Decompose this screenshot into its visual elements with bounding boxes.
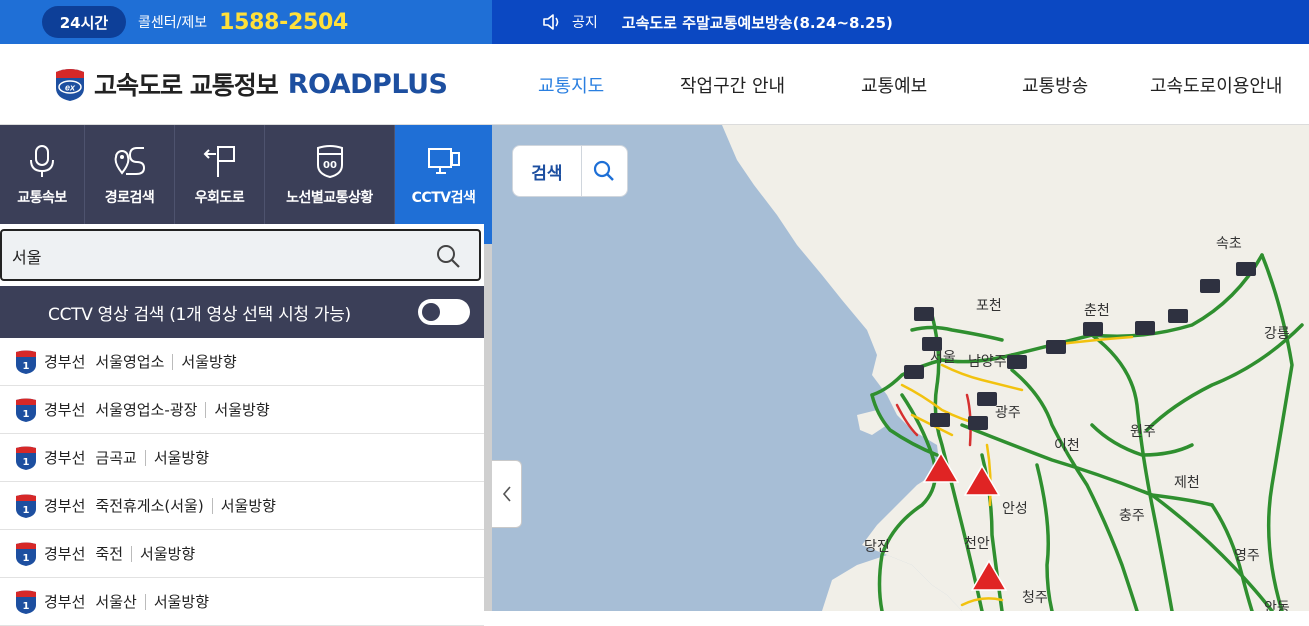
list-item[interactable]: 1 경부선 금곡교 서울방향: [0, 434, 484, 482]
chevron-left-icon: [502, 486, 511, 502]
tab-cctv-search[interactable]: CCTV검색: [395, 125, 492, 224]
top-info-bar: 24시간 콜센터/제보 1588-2504 공지 고속도로 주말교통예보방송(8…: [0, 0, 1309, 44]
nav-work-zone[interactable]: 작업구간 안내: [680, 72, 785, 98]
route-shield-icon: 1: [16, 398, 36, 422]
list-item[interactable]: 1 경부선 서울영업소-광장 서울방향: [0, 386, 484, 434]
nav-traffic-broadcast[interactable]: 교통방송: [1022, 72, 1088, 98]
city-label: 제천: [1174, 475, 1200, 491]
side-panel: 교통속보 경로검색 우회도로 00 노선별교통상황 CCTV검색 서울 CCTV…: [0, 125, 492, 626]
tab-route-search[interactable]: 경로검색: [85, 125, 175, 224]
city-label: 남양주: [968, 354, 1007, 370]
tab-traffic-news[interactable]: 교통속보: [0, 125, 85, 224]
svg-text:00: 00: [323, 160, 337, 171]
route-shield-icon: 1: [16, 350, 36, 374]
function-tabs: 교통속보 경로검색 우회도로 00 노선별교통상황 CCTV검색: [0, 125, 492, 224]
cctv-search-input[interactable]: [12, 243, 412, 269]
panel-collapse-button[interactable]: [492, 460, 522, 528]
nav-traffic-forecast[interactable]: 교통예보: [861, 72, 927, 98]
svg-text:1: 1: [23, 553, 30, 564]
site-header: ex 고속도로 교통정보 ROADPLUS 교통지도 작업구간 안내 교통예보 …: [0, 44, 1309, 125]
notice-label: 공지: [572, 15, 598, 31]
city-label: 영주: [1234, 548, 1260, 564]
tab-detour[interactable]: 우회도로: [175, 125, 265, 224]
list-item[interactable]: 1 경부선 서울영업소 서울방향: [0, 338, 484, 386]
traffic-map[interactable]: 속초 포천 춘천 강릉 서울 남양주 광주 원주 이천 제천 안성 충주 당진 …: [492, 125, 1309, 611]
highway-shield-icon: 00: [316, 145, 343, 179]
map-search-button[interactable]: [582, 146, 627, 196]
cctv-search-box: [0, 229, 481, 281]
monitor-icon: [427, 148, 460, 174]
nav-traffic-map[interactable]: 교통지도: [538, 72, 604, 98]
city-label: 당진: [864, 539, 890, 555]
cctv-mode-label: CCTV 영상 검색 (1개 영상 선택 시청 가능): [48, 304, 351, 325]
list-item[interactable]: 1 경부선 죽전휴게소(서울) 서울방향: [0, 482, 484, 530]
search-icon: [594, 160, 615, 181]
cctv-result-list: 1 경부선 서울영업소 서울방향 1 경부선 서울영업소-광장 서울방향 1 경…: [0, 338, 484, 626]
notice-text[interactable]: 고속도로 주말교통예보방송(8.24~8.25): [622, 12, 893, 33]
cctv-mode-bar: CCTV 영상 검색 (1개 영상 선택 시청 가능): [0, 286, 484, 338]
route-shield-icon: 1: [16, 446, 36, 470]
scrollbar-thumb[interactable]: [484, 224, 492, 244]
logo-brand: ROADPLUS: [287, 68, 448, 100]
map-canvas[interactable]: [492, 125, 1309, 611]
callcenter-area: 24시간 콜센터/제보 1588-2504: [0, 0, 492, 44]
city-label: 천안: [964, 536, 990, 552]
city-label: 서울: [930, 350, 956, 366]
list-item[interactable]: 1 경부선 죽전 서울방향: [0, 530, 484, 578]
svg-text:1: 1: [23, 361, 30, 372]
svg-text:1: 1: [23, 457, 30, 468]
city-label: 안동: [1264, 600, 1290, 611]
route-icon: [114, 147, 145, 175]
city-label: 광주: [995, 405, 1021, 421]
24h-badge: 24시간: [42, 6, 126, 38]
callcenter-phone[interactable]: 1588-2504: [219, 10, 348, 35]
map-search-control[interactable]: 검색: [512, 145, 628, 197]
city-label: 충주: [1119, 508, 1145, 524]
speaker-icon: [543, 14, 559, 30]
detour-icon: [203, 146, 235, 177]
svg-text:1: 1: [23, 505, 30, 516]
single-view-toggle[interactable]: [418, 299, 470, 325]
city-label: 원주: [1130, 424, 1156, 440]
logo-text: 고속도로 교통정보: [94, 71, 279, 100]
callcenter-label: 콜센터/제보: [138, 15, 208, 31]
svg-text:1: 1: [23, 601, 30, 612]
site-logo[interactable]: ex 고속도로 교통정보 ROADPLUS: [52, 66, 448, 102]
list-item[interactable]: 1 경부선 서울산 서울방향: [0, 578, 484, 626]
map-search-label[interactable]: 검색: [513, 146, 582, 196]
ex-logo-icon: ex: [56, 69, 84, 101]
city-label: 청주: [1022, 590, 1048, 606]
route-shield-icon: 1: [16, 542, 36, 566]
microphone-icon: [30, 145, 54, 177]
tab-route-traffic[interactable]: 00 노선별교통상황: [265, 125, 395, 224]
list-scrollbar[interactable]: [484, 224, 492, 611]
nav-highway-guide[interactable]: 고속도로이용안내: [1150, 72, 1282, 98]
toggle-knob: [422, 303, 440, 321]
svg-text:ex: ex: [65, 83, 76, 93]
search-icon[interactable]: [435, 243, 461, 269]
city-label: 안성: [1002, 501, 1028, 517]
city-label: 춘천: [1084, 303, 1110, 319]
svg-text:1: 1: [23, 409, 30, 420]
city-label: 강릉: [1264, 326, 1290, 342]
route-shield-icon: 1: [16, 494, 36, 518]
notice-area[interactable]: 공지 고속도로 주말교통예보방송(8.24~8.25): [492, 0, 1309, 44]
city-label: 이천: [1054, 438, 1080, 454]
city-label: 속초: [1216, 236, 1242, 252]
city-label: 포천: [976, 298, 1002, 314]
